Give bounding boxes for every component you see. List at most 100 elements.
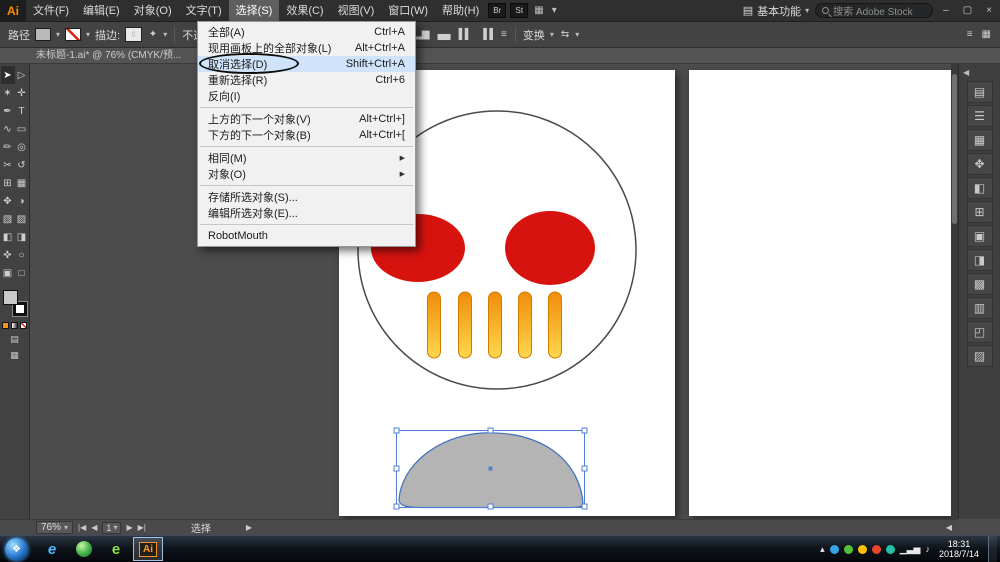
color-mode-button[interactable]	[2, 322, 9, 329]
selection-handle-ne[interactable]	[582, 428, 587, 433]
selection-center-anchor[interactable]	[489, 467, 493, 471]
volume-icon[interactable]: ♪	[925, 544, 930, 554]
align-center-icon[interactable]: ▄▄	[435, 29, 451, 40]
panel-menu-icon[interactable]: ≡	[965, 29, 974, 40]
tool-gradient[interactable]: ▨	[15, 210, 29, 228]
tool-mesh[interactable]: ▦	[15, 174, 29, 192]
tray-icon-2[interactable]	[844, 545, 853, 554]
last-artboard-button[interactable]: ▶|	[138, 523, 146, 532]
right-eye-ellipse[interactable]	[505, 211, 595, 285]
network-icon[interactable]: ▁▃▅	[900, 544, 921, 555]
tool-type[interactable]: T	[15, 102, 29, 120]
brush-dropdown-icon[interactable]: ▾	[163, 30, 167, 39]
tool-scissors[interactable]: ✂	[1, 156, 15, 174]
stroke-swatch[interactable]	[65, 28, 81, 41]
workspace-switcher[interactable]: ▤ 基本功能 ▾	[743, 3, 809, 19]
tool-pencil[interactable]: ✏	[1, 138, 15, 156]
menu-type[interactable]: 文字(T)	[179, 0, 229, 22]
artboard-2[interactable]	[689, 70, 955, 516]
stroke-width-stepper[interactable]: ⇕	[125, 27, 142, 42]
stroke-dropdown-icon[interactable]: ▾	[86, 30, 90, 39]
none-mode-button[interactable]	[20, 322, 27, 329]
first-artboard-button[interactable]: |◀	[78, 523, 86, 532]
tool-perspective-grid[interactable]: ▧	[1, 210, 15, 228]
tool-slice[interactable]: □	[15, 264, 29, 282]
tool-rotate[interactable]: ↺	[15, 156, 29, 174]
tool-hand[interactable]: ✜	[1, 246, 15, 264]
align-more-icon[interactable]: ≡	[499, 29, 508, 40]
selection-handle-sw[interactable]	[394, 504, 399, 509]
tool-paintbrush[interactable]: ◎	[15, 138, 29, 156]
next-artboard-button[interactable]: ▶	[126, 523, 132, 532]
panel-align-icon[interactable]: ▨	[967, 345, 993, 367]
stock-icon[interactable]: St	[510, 3, 528, 18]
menu-item-select-all-on-artboard[interactable]: 现用画板上的全部对象(L) Alt+Ctrl+A	[198, 40, 415, 56]
more-options-icon[interactable]: ▾	[575, 30, 579, 39]
tooth-bar-4[interactable]	[519, 292, 532, 358]
tool-selection[interactable]: ➤	[1, 66, 15, 84]
menu-effect[interactable]: 效果(C)	[279, 0, 330, 22]
panel-symbols-icon[interactable]: ✥	[967, 153, 993, 175]
distribute-horizontal-icon[interactable]: ▌▌	[457, 29, 473, 40]
panel-grid-icon[interactable]: ▦	[980, 29, 992, 40]
panel-stroke-icon[interactable]: ◧	[967, 177, 993, 199]
menu-item-reselect[interactable]: 重新选择(R) Ctrl+6	[198, 72, 415, 88]
start-button[interactable]: ❖	[5, 538, 28, 561]
browser-globe-taskbar-icon[interactable]	[68, 536, 100, 562]
tray-icon-4[interactable]	[872, 545, 881, 554]
tool-magic-wand[interactable]: ✶	[1, 84, 15, 102]
selection-handle-s[interactable]	[488, 504, 493, 509]
menu-item-robotmouth[interactable]: RobotMouth	[198, 228, 415, 244]
tool-direct-selection[interactable]: ▷	[15, 66, 29, 84]
vertical-scrollbar[interactable]	[951, 64, 958, 519]
menu-object[interactable]: 对象(O)	[127, 0, 179, 22]
tool-scale[interactable]: ⊞	[1, 174, 15, 192]
ie-taskbar-icon[interactable]: e	[36, 536, 68, 562]
panel-layers-icon[interactable]: ▥	[967, 297, 993, 319]
fill-swatch[interactable]	[35, 28, 51, 41]
tray-icon-1[interactable]	[830, 545, 839, 554]
distribute-vertical-icon[interactable]: ▐▐	[478, 29, 494, 40]
selection-handle-w[interactable]	[394, 466, 399, 471]
menu-view[interactable]: 视图(V)	[331, 0, 382, 22]
illustrator-taskbar-icon[interactable]: Ai	[132, 536, 164, 562]
fill-dropdown-icon[interactable]: ▾	[56, 30, 60, 39]
tool-zoom[interactable]: ○	[15, 246, 29, 264]
menu-item-next-object-below[interactable]: 下方的下一个对象(B) Alt+Ctrl+[	[198, 127, 415, 143]
document-tab[interactable]: 未标题-1.ai* @ 76% (CMYK/预...	[0, 48, 1000, 64]
menu-item-select-all[interactable]: 全部(A) Ctrl+A	[198, 24, 415, 40]
prev-artboard-button[interactable]: ◀	[91, 523, 97, 532]
menu-item-object[interactable]: 对象(O) ▶	[198, 166, 415, 182]
tooth-bar-5[interactable]	[549, 292, 562, 358]
tooth-bar-1[interactable]	[428, 292, 441, 358]
menu-file[interactable]: 文件(F)	[26, 0, 76, 22]
tray-icon-3[interactable]	[858, 545, 867, 554]
show-hidden-icons-arrow[interactable]: ▴	[820, 544, 825, 555]
tool-eyedropper[interactable]: ◧	[1, 228, 15, 246]
tooth-bar-3[interactable]	[489, 292, 502, 358]
menu-select[interactable]: 选择(S)	[229, 0, 280, 22]
tool-shape-builder[interactable]: ◑	[15, 192, 29, 210]
tray-icon-5[interactable]	[886, 545, 895, 554]
menu-edit[interactable]: 编辑(E)	[76, 0, 127, 22]
transform-label[interactable]: 变换	[523, 27, 545, 43]
close-button[interactable]: ×	[982, 5, 996, 16]
transform-dropdown-icon[interactable]: ▾	[550, 30, 554, 39]
menu-window[interactable]: 窗口(W)	[381, 0, 435, 22]
selection-handle-nw[interactable]	[394, 428, 399, 433]
menu-item-deselect[interactable]: 取消选择(D) Shift+Ctrl+A	[198, 56, 415, 72]
menu-item-same[interactable]: 相同(M) ▶	[198, 150, 415, 166]
panel-brushes-icon[interactable]: ▦	[967, 129, 993, 151]
panel-transparency-icon[interactable]: ▣	[967, 225, 993, 247]
taskbar-clock[interactable]: 18:31 2018/7/14	[935, 539, 983, 559]
tool-artboard[interactable]: ▣	[1, 264, 15, 282]
tool-rectangle[interactable]: ▭	[15, 120, 29, 138]
stock-search-input[interactable]: 搜索 Adobe Stock	[815, 3, 933, 18]
hscroll-right-arrow[interactable]: ▶	[246, 523, 252, 532]
hscroll-left-arrow[interactable]: ◀	[946, 523, 952, 532]
minimize-button[interactable]: –	[939, 5, 953, 16]
drawing-mode-icon[interactable]: ▤	[10, 334, 19, 345]
selection-handle-n[interactable]	[488, 428, 493, 433]
canvas[interactable]	[30, 64, 958, 519]
brush-definition-icon[interactable]: ✦	[147, 29, 158, 40]
